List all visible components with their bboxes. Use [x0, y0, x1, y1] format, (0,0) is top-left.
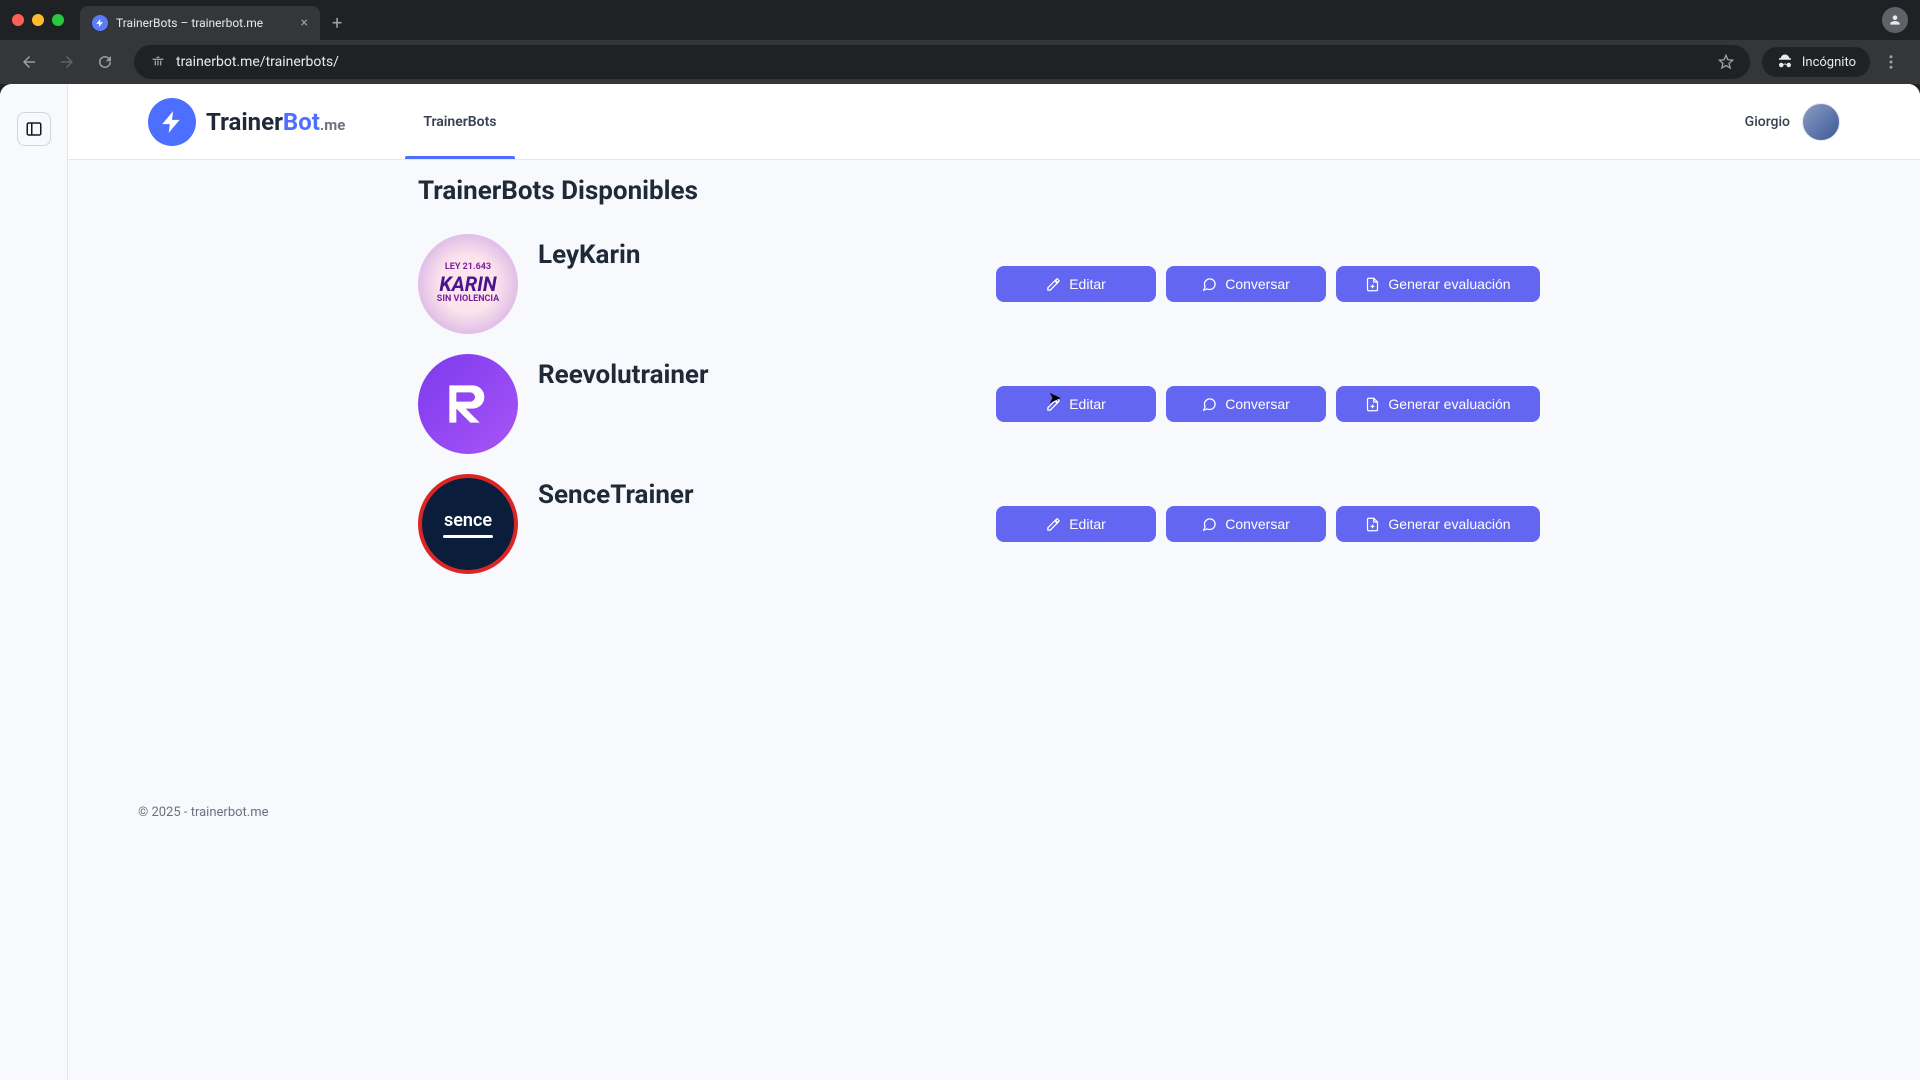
main: TrainerBot.me TrainerBots Giorgio Traine…	[68, 84, 1920, 1080]
browser-menu-button[interactable]	[1874, 45, 1908, 79]
browser-tab[interactable]: TrainerBots – trainerbot.me ×	[80, 6, 320, 40]
bot-name: Reevolutrainer	[538, 354, 709, 390]
bookmark-icon[interactable]	[1718, 54, 1734, 70]
footer: © 2025 - trainerbot.me	[68, 785, 1920, 1080]
user-name: Giorgio	[1745, 114, 1790, 130]
reload-button[interactable]	[88, 45, 122, 79]
bot-row: sence SenceTrainer Editar Conversar Gene…	[418, 474, 1920, 574]
pencil-icon	[1046, 517, 1061, 532]
avatar[interactable]	[1802, 103, 1840, 141]
logo[interactable]: TrainerBot.me	[148, 98, 345, 146]
generate-eval-button[interactable]: Generar evaluación	[1336, 506, 1540, 542]
incognito-icon	[1776, 53, 1794, 71]
file-plus-icon	[1365, 397, 1380, 412]
addressbar[interactable]: trainerbot.me/trainerbots/	[134, 45, 1750, 79]
edit-button[interactable]: Editar	[996, 506, 1156, 542]
window-controls	[12, 14, 64, 26]
chat-icon	[1202, 517, 1217, 532]
incognito-label: Incógnito	[1802, 55, 1856, 70]
edit-button[interactable]: Editar	[996, 266, 1156, 302]
tab-close-icon[interactable]: ×	[301, 15, 308, 31]
tab-label: TrainerBots	[423, 114, 496, 130]
bot-avatar: sence	[418, 474, 518, 574]
content: TrainerBots Disponibles LEY 21.643KARINS…	[68, 160, 1920, 1080]
bot-list: LEY 21.643KARINSIN VIOLENCIA LeyKarin Ed…	[68, 234, 1920, 574]
bot-name: LeyKarin	[538, 234, 640, 270]
site-info-icon[interactable]	[150, 54, 166, 70]
bot-actions: Editar Conversar Generar evaluación	[996, 506, 1920, 542]
pencil-icon	[1046, 277, 1061, 292]
tab-trainerbots[interactable]: TrainerBots	[405, 84, 514, 159]
file-plus-icon	[1365, 517, 1380, 532]
pencil-icon	[1046, 397, 1061, 412]
chat-button[interactable]: Conversar	[1166, 386, 1326, 422]
app-header: TrainerBot.me TrainerBots Giorgio	[68, 84, 1920, 160]
bot-name: SenceTrainer	[538, 474, 694, 510]
bot-actions: Editar Conversar Generar evaluación	[996, 386, 1920, 422]
forward-button[interactable]	[50, 45, 84, 79]
favicon-icon	[92, 15, 108, 31]
url-text: trainerbot.me/trainerbots/	[176, 54, 339, 70]
browser-toolbar: trainerbot.me/trainerbots/ Incógnito	[0, 40, 1920, 84]
logo-text: TrainerBot.me	[206, 108, 345, 136]
titlebar: TrainerBots – trainerbot.me × +	[0, 0, 1920, 40]
incognito-badge[interactable]: Incógnito	[1762, 47, 1870, 77]
bot-avatar	[418, 354, 518, 454]
edit-button[interactable]: Editar	[996, 386, 1156, 422]
sidebar-toggle-icon	[25, 120, 43, 138]
bot-actions: Editar Conversar Generar evaluación	[996, 266, 1920, 302]
generate-eval-button[interactable]: Generar evaluación	[1336, 266, 1540, 302]
nav-tabs: TrainerBots	[405, 84, 514, 159]
chat-icon	[1202, 397, 1217, 412]
side-rail	[0, 84, 68, 1080]
viewport: TrainerBot.me TrainerBots Giorgio Traine…	[0, 84, 1920, 1080]
back-button[interactable]	[12, 45, 46, 79]
file-plus-icon	[1365, 277, 1380, 292]
logo-mark-icon	[148, 98, 196, 146]
generate-eval-button[interactable]: Generar evaluación	[1336, 386, 1540, 422]
chat-button[interactable]: Conversar	[1166, 266, 1326, 302]
bot-row: LEY 21.643KARINSIN VIOLENCIA LeyKarin Ed…	[418, 234, 1920, 334]
chat-icon	[1202, 277, 1217, 292]
bot-row: Reevolutrainer Editar Conversar Generar …	[418, 354, 1920, 454]
sidebar-toggle-button[interactable]	[17, 112, 51, 146]
window-minimize-button[interactable]	[32, 14, 44, 26]
browser-chrome: TrainerBots – trainerbot.me × + trainerb…	[0, 0, 1920, 84]
page-title: TrainerBots Disponibles	[68, 176, 1920, 234]
new-tab-button[interactable]: +	[332, 13, 342, 34]
window-close-button[interactable]	[12, 14, 24, 26]
chat-button[interactable]: Conversar	[1166, 506, 1326, 542]
window-maximize-button[interactable]	[52, 14, 64, 26]
chrome-profile-icon[interactable]	[1882, 7, 1908, 33]
tab-title: TrainerBots – trainerbot.me	[116, 16, 263, 30]
bot-avatar: LEY 21.643KARINSIN VIOLENCIA	[418, 234, 518, 334]
header-user[interactable]: Giorgio	[1745, 103, 1840, 141]
